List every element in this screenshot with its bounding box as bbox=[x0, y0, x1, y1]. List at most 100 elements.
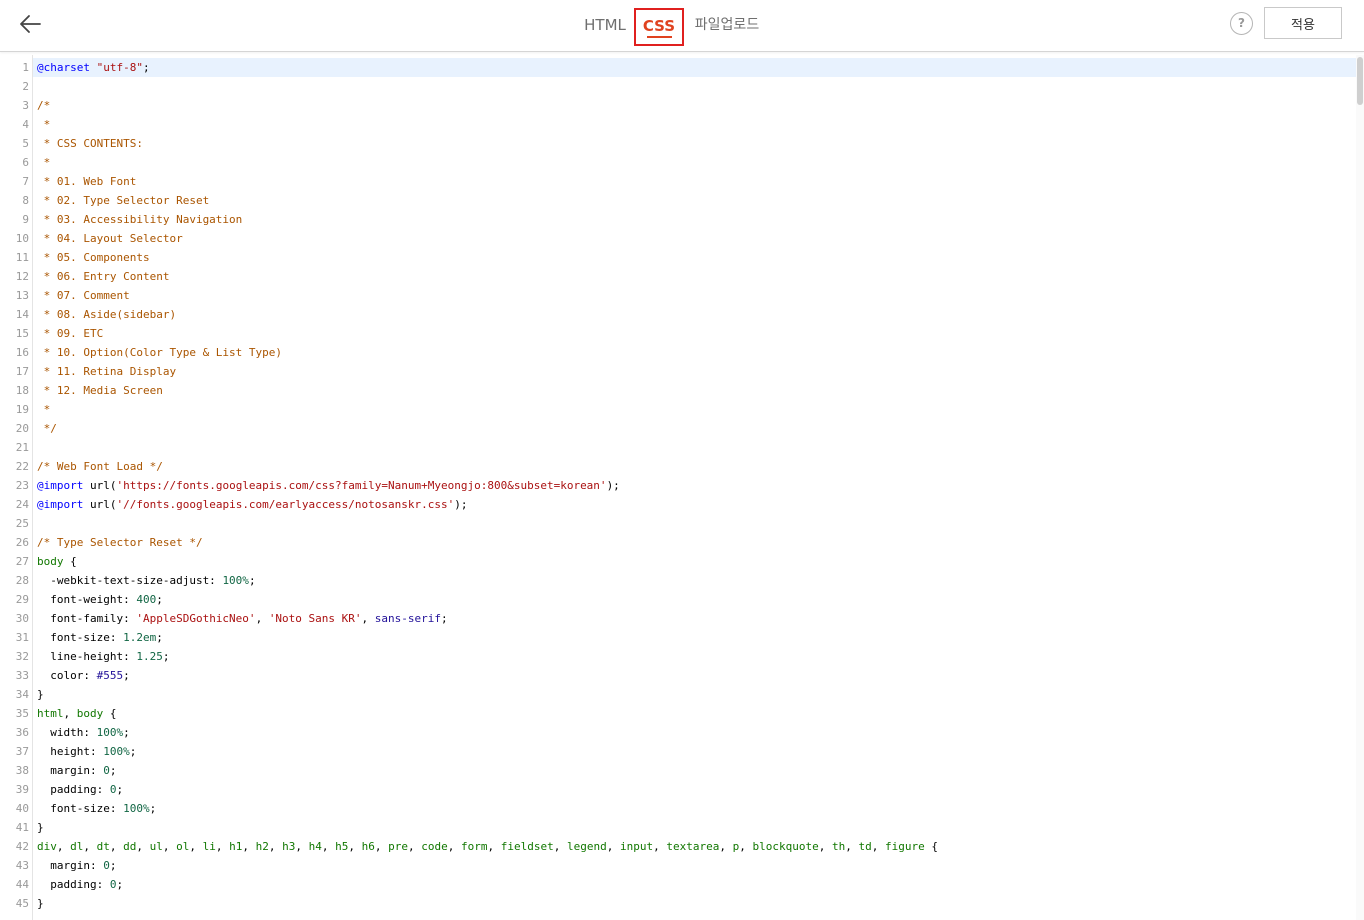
code-token: td bbox=[858, 840, 872, 853]
code-token: , bbox=[255, 612, 269, 625]
code-token: , bbox=[136, 840, 150, 853]
code-token: url( bbox=[83, 498, 117, 511]
line-number: 5 bbox=[22, 137, 29, 150]
code-line: * 04. Layout Selector bbox=[33, 229, 1356, 248]
code-line: * 12. Media Screen bbox=[33, 381, 1356, 400]
line-number: 24 bbox=[15, 498, 29, 511]
code-token: margin: bbox=[37, 859, 104, 872]
scrollbar-thumb[interactable] bbox=[1357, 57, 1363, 105]
code-token: ; bbox=[142, 61, 150, 74]
code-token: 'AppleSDGothicNeo' bbox=[136, 612, 256, 625]
code-token: textarea bbox=[666, 840, 720, 853]
code-area[interactable]: @charset "utf-8"; /* * * CSS CONTENTS: * … bbox=[33, 55, 1356, 920]
code-token: * 05. Components bbox=[37, 251, 150, 264]
code-token: /* Type Selector Reset */ bbox=[37, 536, 203, 549]
code-token: , bbox=[871, 840, 885, 853]
code-token: * 12. Media Screen bbox=[37, 384, 163, 397]
code-token: 400 bbox=[136, 593, 157, 606]
code-token: ; bbox=[109, 859, 117, 872]
code-token: 100% bbox=[123, 802, 150, 815]
code-token: * 11. Retina Display bbox=[37, 365, 177, 378]
code-token: body bbox=[37, 555, 64, 568]
tab-css-label: CSS bbox=[642, 17, 676, 35]
code-token: sans-serif bbox=[374, 612, 442, 625]
code-token: ; bbox=[156, 631, 163, 644]
code-token: ; bbox=[156, 593, 163, 606]
code-token: ; bbox=[162, 650, 170, 663]
editor-tabs: HTML CSS 파일업로드 bbox=[0, 0, 1364, 52]
line-number: 43 bbox=[15, 859, 29, 872]
code-line: * bbox=[33, 115, 1356, 134]
code-token: body bbox=[76, 707, 104, 720]
apply-button[interactable]: 적용 bbox=[1264, 7, 1342, 39]
line-number: 21 bbox=[15, 441, 29, 454]
code-line: width: 100%; bbox=[33, 723, 1356, 742]
code-token: padding: bbox=[37, 878, 110, 891]
code-token: margin: bbox=[37, 764, 104, 777]
line-number: 22 bbox=[15, 460, 29, 473]
code-token: , bbox=[268, 840, 283, 853]
code-line: * 11. Retina Display bbox=[33, 362, 1356, 381]
tab-html[interactable]: HTML bbox=[582, 8, 628, 46]
code-token: ; bbox=[441, 612, 448, 625]
code-line: * CSS CONTENTS: bbox=[33, 134, 1356, 153]
code-line: /* Type Selector Reset */ bbox=[33, 533, 1356, 552]
code-token: , bbox=[374, 840, 389, 853]
css-code-editor[interactable]: 1 2 3 4 5 6 7 8 9 10 11 12 13 14 15 16 17 18 19 20 21 22 23 24 2… bbox=[0, 55, 1364, 920]
code-token: padding: bbox=[37, 783, 110, 796]
code-line: * 09. ETC bbox=[33, 324, 1356, 343]
line-number: 26 bbox=[15, 536, 29, 549]
code-token: h4 bbox=[308, 840, 322, 853]
tab-file-upload[interactable]: 파일업로드 bbox=[691, 8, 763, 46]
line-number-gutter: 1 2 3 4 5 6 7 8 9 10 11 12 13 14 15 16 17 18 19 20 21 22 23 24 2… bbox=[0, 55, 33, 920]
code-token: * bbox=[37, 403, 51, 416]
line-number: 4 bbox=[22, 118, 29, 131]
code-token: 100% bbox=[222, 574, 249, 587]
code-token: , bbox=[845, 840, 859, 853]
code-token: h2 bbox=[255, 840, 269, 853]
code-token: ; bbox=[129, 745, 137, 758]
code-token: , bbox=[83, 840, 97, 853]
code-line: * bbox=[33, 153, 1356, 172]
code-token: @charset bbox=[37, 61, 90, 74]
code-token: * 09. ETC bbox=[37, 327, 104, 340]
code-token: fieldset bbox=[500, 840, 554, 853]
code-line: @import url('//fonts.googleapis.com/earl… bbox=[33, 495, 1356, 514]
tab-css[interactable]: CSS bbox=[634, 8, 684, 46]
code-token: "utf-8" bbox=[96, 61, 143, 74]
line-number: 29 bbox=[15, 593, 29, 606]
help-icon[interactable]: ? bbox=[1230, 12, 1253, 35]
code-token: * 10. Option(Color Type & List Type) bbox=[37, 346, 283, 359]
code-token: /* Web Font Load */ bbox=[37, 460, 163, 473]
code-token: , bbox=[63, 707, 77, 720]
code-token: } bbox=[37, 897, 44, 910]
code-line: * 01. Web Font bbox=[33, 172, 1356, 191]
code-token: , bbox=[242, 840, 256, 853]
code-token: '//fonts.googleapis.com/earlyaccess/noto… bbox=[116, 498, 455, 511]
code-token: , bbox=[606, 840, 620, 853]
code-token: ; bbox=[248, 574, 256, 587]
code-token: ; bbox=[109, 764, 117, 777]
editor-header: HTML CSS 파일업로드 ? 적용 bbox=[0, 0, 1364, 52]
code-token: ; bbox=[149, 802, 157, 815]
code-token: dt bbox=[96, 840, 110, 853]
line-number: 16 bbox=[15, 346, 29, 359]
vertical-scrollbar[interactable] bbox=[1356, 55, 1364, 920]
code-token: , bbox=[321, 840, 336, 853]
code-line: padding: 0; bbox=[33, 875, 1356, 894]
code-line: * 02. Type Selector Reset bbox=[33, 191, 1356, 210]
code-token: h5 bbox=[335, 840, 349, 853]
code-token: dd bbox=[123, 840, 137, 853]
code-line: body { bbox=[33, 552, 1356, 571]
line-number: 10 bbox=[15, 232, 29, 245]
code-token: * 01. Web Font bbox=[37, 175, 137, 188]
code-line: height: 100%; bbox=[33, 742, 1356, 761]
line-number: 8 bbox=[22, 194, 29, 207]
code-token: color: bbox=[37, 669, 97, 682]
code-line: @import url('https://fonts.googleapis.co… bbox=[33, 476, 1356, 495]
code-token: font-size: bbox=[37, 802, 124, 815]
line-number: 36 bbox=[15, 726, 29, 739]
code-token: ); bbox=[606, 479, 620, 492]
